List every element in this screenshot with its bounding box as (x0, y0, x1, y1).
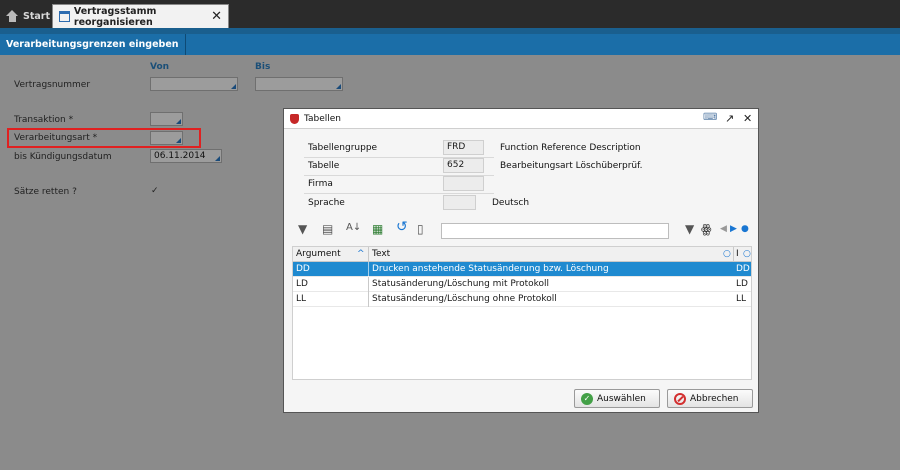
table-row[interactable]: LD Statusänderung/Löschung mit Protokoll… (293, 277, 751, 292)
termination-date-label: bis Kündigungsdatum (14, 152, 112, 162)
termination-date-value: 06.11.2014 (154, 151, 206, 161)
param-label-company: Firma (308, 179, 333, 189)
top-tab-bar: Start Vertragsstamm reorganisieren ✕ (0, 0, 900, 28)
cell-text: Statusänderung/Löschung mit Protokoll (372, 279, 550, 289)
save-records-checkbox[interactable]: ✓ (151, 186, 159, 196)
col-from-header: Von (150, 62, 170, 72)
table-header: Argument ^ Text ○ I ○ (293, 247, 751, 262)
processing-type-label: Verarbeitungsart * (14, 133, 98, 143)
sort-asc-icon: ^ (357, 249, 365, 259)
header-i[interactable]: I (736, 249, 739, 259)
document-icon[interactable]: ▯ (417, 222, 424, 236)
param-value-group: FRD (443, 140, 484, 155)
expand-icon[interactable]: ↗ (725, 112, 734, 125)
section-tab[interactable]: Verarbeitungsgrenzen eingeben (0, 34, 186, 55)
param-value-table: 652 (443, 158, 484, 173)
param-desc-language: Deutsch (492, 198, 530, 208)
cell-i: LL (736, 294, 747, 304)
column-option-icon: ○ (723, 249, 731, 259)
param-desc-group: Function Reference Description (500, 143, 641, 153)
home-icon (6, 10, 19, 22)
column-option-icon: ○ (743, 249, 751, 259)
cell-argument: LD (296, 279, 308, 289)
cell-text: Drucken anstehende Statusänderung bzw. L… (372, 264, 609, 274)
param-desc-table: Bearbeitungsart Löschüberprüf. (500, 161, 643, 171)
contract-no-to-field[interactable] (255, 77, 343, 91)
tab-start[interactable]: Start (0, 4, 56, 28)
print-icon[interactable]: ▤ (322, 222, 333, 236)
close-dialog-icon[interactable]: ✕ (743, 112, 752, 125)
keyboard-icon[interactable]: ⌨ (703, 112, 717, 123)
transaction-field[interactable] (150, 112, 183, 126)
transaction-label: Transaktion * (14, 115, 74, 125)
param-value-company (443, 176, 484, 191)
sort-icon[interactable]: A↓ (346, 222, 361, 233)
dialog-titlebar: Tabellen (284, 109, 758, 129)
window-icon (59, 11, 70, 22)
close-tab-icon[interactable]: ✕ (211, 9, 222, 24)
cancel-button-label: Abbrechen (690, 393, 739, 404)
cell-argument: DD (296, 264, 310, 274)
search-input[interactable] (441, 223, 669, 239)
col-to-header: Bis (255, 62, 271, 72)
results-table: Argument ^ Text ○ I ○ DD Drucken anstehe… (292, 246, 752, 380)
cell-i: DD (736, 264, 750, 274)
binoculars-icon[interactable]: ꙮ (701, 222, 712, 236)
refresh-icon[interactable]: ↺ (396, 219, 408, 235)
contract-no-from-field[interactable] (150, 77, 238, 91)
header-argument[interactable]: Argument (296, 249, 341, 259)
param-label-group: Tabellengruppe (308, 143, 378, 153)
select-button-label: Auswählen (597, 393, 646, 404)
tab-vertragsstamm[interactable]: Vertragsstamm reorganisieren ✕ (52, 4, 229, 28)
param-value-language (443, 195, 476, 210)
param-label-table: Tabelle (308, 161, 340, 171)
dialog-title: Tabellen (304, 113, 342, 124)
cancel-icon (674, 392, 686, 405)
export-icon[interactable]: ▦ (372, 222, 383, 236)
cell-argument: LL (296, 294, 307, 304)
checkmark-icon: ✓ (581, 392, 593, 405)
table-row[interactable]: DD Drucken anstehende Statusänderung bzw… (293, 262, 751, 277)
dot-icon[interactable]: ● (741, 224, 749, 234)
cell-i: LD (736, 279, 748, 289)
cell-text: Statusänderung/Löschung ohne Protokoll (372, 294, 557, 304)
prev-icon[interactable]: ◀ (720, 224, 727, 234)
tables-dialog: Tabellen ⌨ ↗ ✕ Tabellengruppe FRD Functi… (283, 108, 759, 413)
divider (304, 193, 494, 194)
termination-date-field[interactable]: 06.11.2014 (150, 149, 222, 163)
tab-active-label: Vertragsstamm reorganisieren (73, 5, 157, 28)
save-records-label: Sätze retten ? (14, 187, 77, 197)
filter-icon[interactable]: ▼ (298, 222, 307, 236)
param-label-language: Sprache (308, 198, 345, 208)
processing-type-field[interactable] (150, 131, 183, 145)
contract-no-label: Vertragsnummer (14, 80, 91, 90)
tab-start-label: Start (23, 10, 51, 22)
table-row[interactable]: LL Statusänderung/Löschung ohne Protokol… (293, 292, 751, 307)
header-text[interactable]: Text (372, 249, 390, 259)
cancel-button[interactable]: Abbrechen (667, 389, 753, 408)
select-button[interactable]: ✓ Auswählen (574, 389, 660, 408)
filter-small-icon[interactable]: ▼ (685, 222, 694, 236)
next-icon[interactable]: ▶ (730, 224, 737, 234)
app-icon (290, 113, 299, 124)
